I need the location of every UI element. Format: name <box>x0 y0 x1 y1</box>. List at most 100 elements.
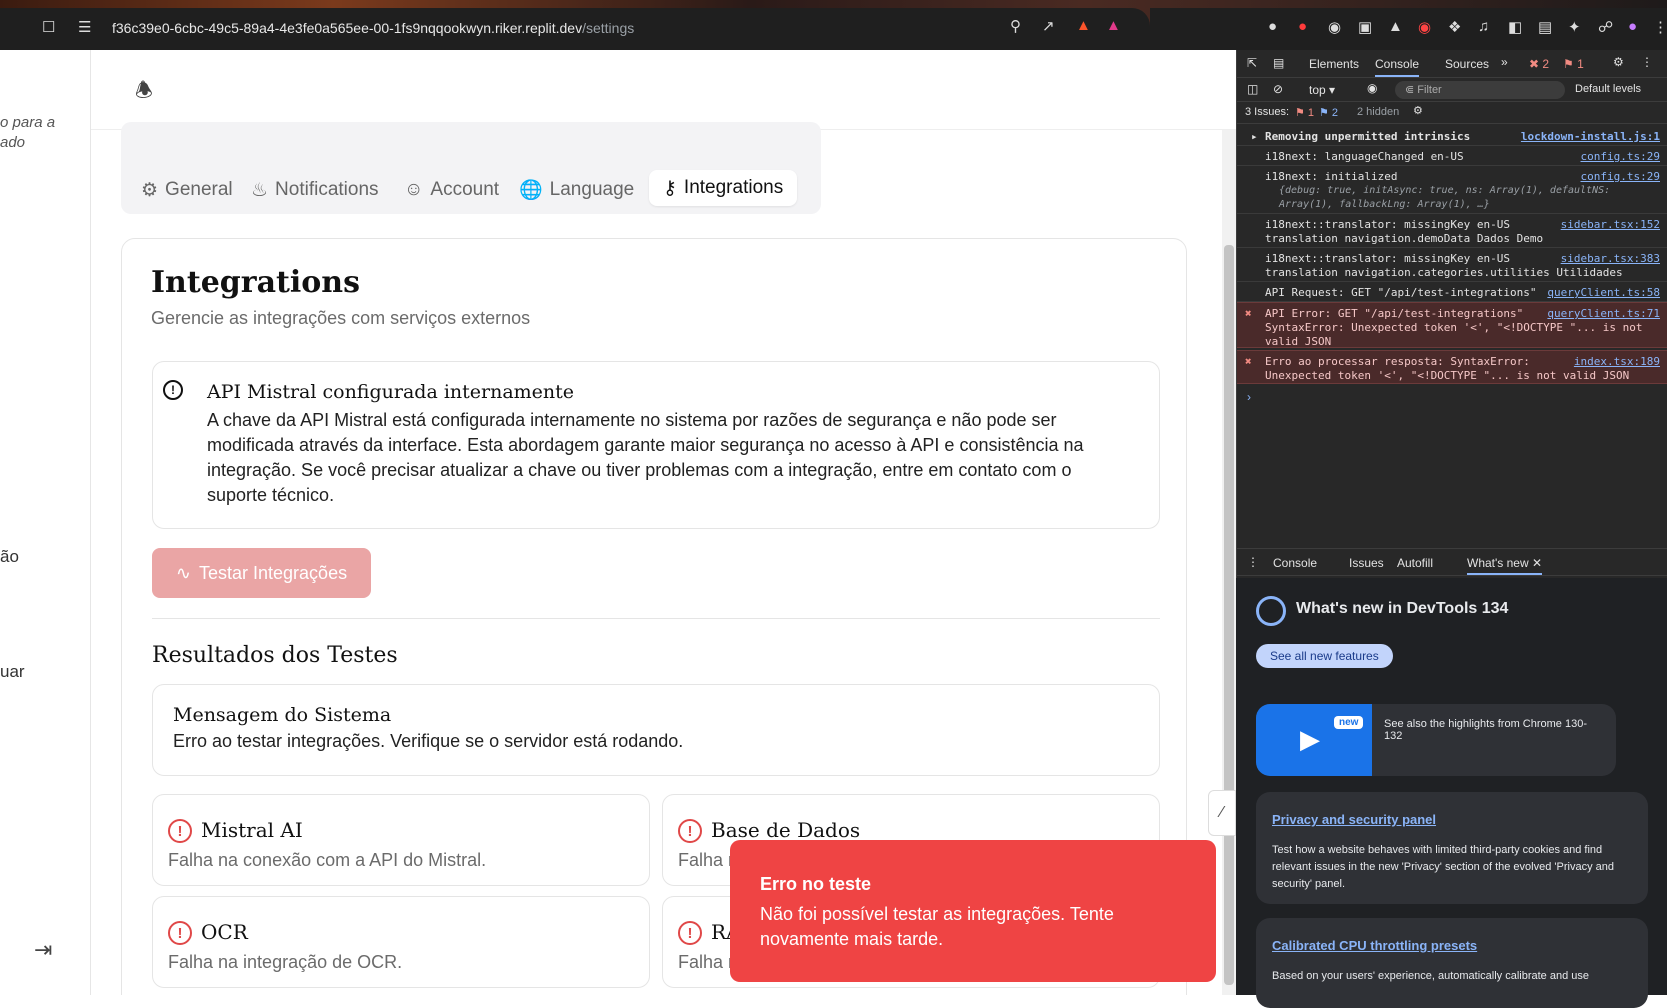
more-icon[interactable]: ⋮ <box>1641 55 1653 69</box>
issues-info[interactable]: ⚑ 2 <box>1319 106 1338 119</box>
issue-count: 1 <box>1577 57 1584 71</box>
tab-label: General <box>165 179 233 200</box>
device-icon[interactable]: ▤ <box>1273 56 1284 70</box>
feature-link[interactable]: Privacy and security panel <box>1272 812 1436 827</box>
extension-icon[interactable]: ● <box>1298 18 1307 35</box>
console-subtext: translation navigation.categories.utilit… <box>1265 266 1623 279</box>
brave-shield-icon[interactable]: ▲ <box>1076 17 1091 34</box>
tab-general[interactable]: ⚙ General <box>141 172 233 208</box>
extension-icon[interactable]: ▲ <box>1388 18 1403 35</box>
result-title: Mistral AI <box>201 818 303 842</box>
wallet-icon[interactable]: ▤ <box>1538 18 1552 36</box>
site-settings-icon[interactable]: ☰ <box>78 18 91 36</box>
tab-language[interactable]: 🌐 Language <box>519 172 634 208</box>
console-source[interactable]: sidebar.tsx:383 <box>1561 252 1660 266</box>
highlights-text: See also the highlights from Chrome 130-… <box>1384 718 1587 742</box>
feature-link[interactable]: Calibrated CPU throttling presets <box>1272 938 1477 953</box>
console-source[interactable]: sidebar.tsx:152 <box>1561 218 1660 232</box>
info-icon: ! <box>163 380 183 400</box>
console-source[interactable]: config.ts:29 <box>1581 170 1660 184</box>
console-prompt[interactable]: › <box>1247 390 1251 404</box>
sidebar-item[interactable]: uar <box>0 662 25 682</box>
vpn-icon[interactable]: ☍ <box>1598 18 1613 36</box>
play-icon[interactable]: ▶ <box>1300 724 1320 755</box>
logout-icon[interactable]: ⇥ <box>34 937 52 963</box>
tab-notifications[interactable]: ♨ Notifications <box>251 172 379 208</box>
zoom-icon[interactable]: ⚲ <box>1010 17 1021 35</box>
menu-icon[interactable]: ⋮ <box>1653 18 1667 36</box>
extension-icon[interactable]: ◉ <box>1328 18 1341 36</box>
settings-icon[interactable]: ⚙ <box>1613 55 1624 69</box>
drawer-tab-console[interactable]: Console <box>1273 556 1317 570</box>
console-error-line[interactable]: ✖ Erro ao processar resposta: SyntaxError… <box>1237 350 1667 384</box>
error-icon: ✖ <box>1245 307 1252 320</box>
drawer-tab-whatsnew[interactable]: What's new ✕ <box>1467 556 1543 575</box>
console-error-line[interactable]: ✖ API Error: GET "/api/test-integrations"… <box>1237 302 1667 348</box>
ai-icon[interactable]: ✦ <box>1568 18 1581 36</box>
console-line: API Request: GET "/api/test-integrations… <box>1237 282 1667 302</box>
settings-icon[interactable]: ⚙ <box>1413 104 1423 117</box>
console-object[interactable]: {debug: true, initAsync: true, ns: Array… <box>1265 184 1645 212</box>
new-badge: new <box>1334 716 1364 729</box>
sidebar-toggle-icon[interactable]: ◧ <box>1508 18 1522 36</box>
error-count: 2 <box>1542 57 1550 71</box>
drawer-menu-icon[interactable]: ⋮ <box>1247 555 1259 569</box>
console-line[interactable]: i18next: initialized config.ts:29 {debug: … <box>1237 166 1667 214</box>
activity-icon: ∿ <box>175 562 191 583</box>
see-all-button[interactable]: See all new features <box>1256 644 1393 668</box>
drawer-tab-autofill[interactable]: Autofill <box>1397 556 1433 570</box>
console-source[interactable]: config.ts:29 <box>1581 150 1660 164</box>
levels-select[interactable]: Default levels <box>1575 83 1641 95</box>
expand-icon[interactable]: ▸ <box>1251 130 1258 144</box>
system-message-body: Erro ao testar integrações. Verifique se… <box>173 731 684 751</box>
console-source[interactable]: queryClient.ts:71 <box>1547 307 1660 321</box>
console-source[interactable]: lockdown-install.js:1 <box>1521 130 1660 144</box>
issues-error[interactable]: ⚑ 1 <box>1295 106 1314 119</box>
system-message-title: Mensagem do Sistema <box>173 704 392 726</box>
tab-integrations[interactable]: ⚷ Integrations <box>649 170 798 206</box>
music-icon[interactable]: ♫ <box>1478 18 1489 35</box>
drawer-tabbar: ⋮ Console Issues Autofill What's new ✕ <box>1237 548 1667 576</box>
tab-console[interactable]: Console <box>1375 57 1420 77</box>
highlights-card[interactable]: ▶ new See also the highlights from Chrom… <box>1256 704 1616 776</box>
context-select[interactable]: top ▾ <box>1309 83 1335 97</box>
console-source[interactable]: index.tsx:189 <box>1574 355 1660 369</box>
sidebar-item[interactable]: ão <box>0 547 19 567</box>
test-integrations-button[interactable]: ∿ Testar Integrações <box>152 548 371 598</box>
extension-icon[interactable]: ◉ <box>1418 18 1431 36</box>
bookmark-icon[interactable]: ☐ <box>42 18 55 36</box>
drawer-tab-issues[interactable]: Issues <box>1349 556 1384 570</box>
issue-count-badge[interactable]: ⚑ 1 <box>1563 57 1584 71</box>
scrollbar-thumb[interactable] <box>1224 245 1234 985</box>
console-source[interactable]: queryClient.ts:58 <box>1547 286 1660 300</box>
tab-label: Notifications <box>275 179 379 200</box>
tab-elements[interactable]: Elements <box>1309 57 1359 71</box>
bell-icon[interactable]: 🕭 <box>135 76 153 110</box>
inspect-icon[interactable]: ⇱ <box>1247 56 1257 70</box>
error-icon: ✖ <box>1245 355 1252 368</box>
brave-rewards-icon[interactable]: ▲ <box>1106 17 1121 34</box>
clear-icon[interactable]: ⊘ <box>1273 82 1283 96</box>
console-line: i18next: languageChanged en-US config.ts:… <box>1237 146 1667 166</box>
console-text: i18next::translator: missingKey en-US <box>1265 218 1511 231</box>
puzzle-icon[interactable]: ❖ <box>1448 18 1461 36</box>
console-text: i18next::translator: missingKey en-US <box>1265 252 1511 265</box>
share-icon[interactable]: ↗ <box>1042 17 1055 35</box>
profile-avatar[interactable]: ● <box>1628 18 1637 35</box>
url-text[interactable]: f36c39e0-6cbc-49c5-89a4-4e3fe0a565ee-00-… <box>112 20 634 36</box>
collapse-icon[interactable]: ∕ <box>1208 790 1236 836</box>
console-line[interactable]: ▸ Removing unpermitted intrinsics lockdown… <box>1237 126 1667 146</box>
info-title: API Mistral configurada internamente <box>207 381 575 403</box>
error-count-badge[interactable]: ✖ 2 <box>1529 57 1549 71</box>
more-tabs-icon[interactable]: » <box>1501 55 1508 69</box>
tab-account[interactable]: ☺ Account <box>404 172 499 208</box>
extension-icon[interactable]: ● <box>1268 18 1277 35</box>
filter-input[interactable]: ⋐ Filter <box>1395 81 1565 99</box>
issues-bar: 3 Issues: ⚑ 1 ⚑ 2 2 hidden ⚙ <box>1237 102 1667 124</box>
video-thumbnail[interactable]: ▶ new <box>1256 704 1372 776</box>
tab-sources[interactable]: Sources <box>1445 57 1489 71</box>
sidebar-icon[interactable]: ◫ <box>1247 82 1258 96</box>
camera-icon[interactable]: ▣ <box>1358 18 1372 36</box>
eye-icon[interactable]: ◉ <box>1367 81 1377 95</box>
page-title: Integrations <box>151 265 360 300</box>
